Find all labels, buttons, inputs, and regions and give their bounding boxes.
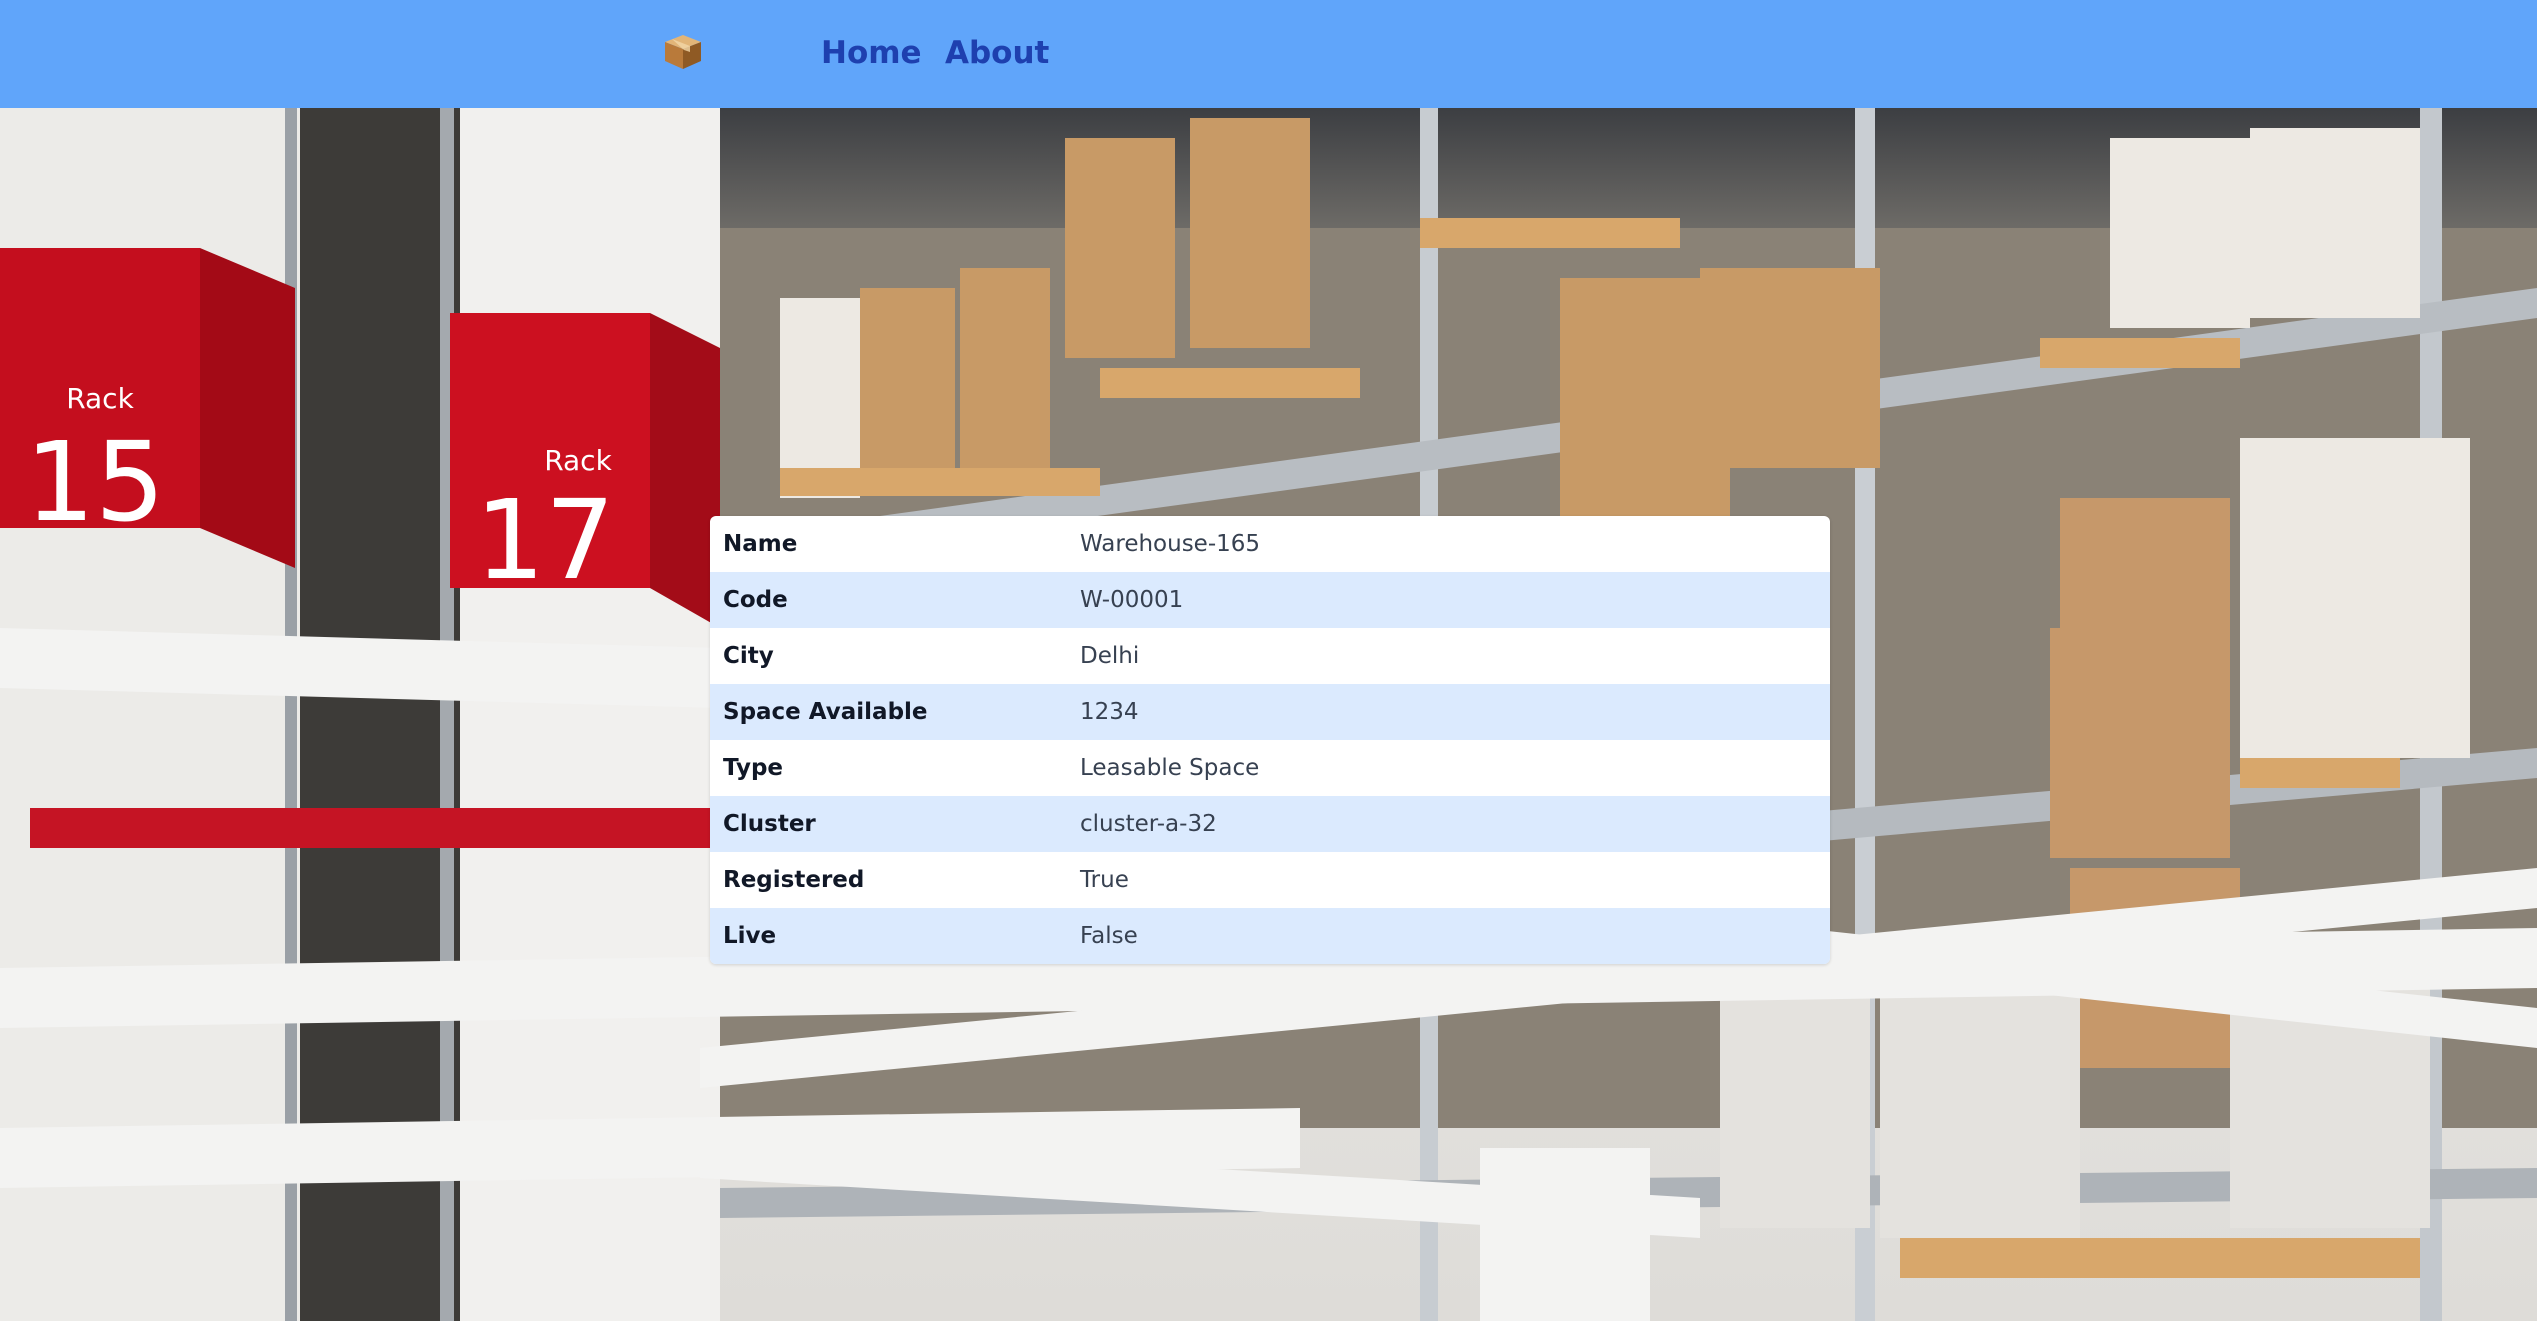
top-navbar: Home About [0, 0, 2537, 108]
details-key: Space Available [723, 699, 928, 725]
details-value: 1234 [1080, 699, 1139, 725]
warehouse-details-table: Name Warehouse-165 Code W-00001 City Del… [710, 516, 1830, 964]
svg-text:15: 15 [25, 418, 165, 546]
svg-text:Rack: Rack [66, 382, 134, 415]
rack-sign-17: Rack 17 [450, 313, 720, 628]
nav-link-home[interactable]: Home [821, 30, 922, 76]
details-row-space-available: Space Available 1234 [710, 684, 1830, 740]
details-value: True [1080, 867, 1129, 893]
details-key: Type [723, 755, 784, 781]
rack-sign-15: Rack 15 [0, 248, 295, 568]
details-value: Warehouse-165 [1080, 531, 1261, 557]
svg-text:17: 17 [475, 476, 615, 604]
details-key: Live [723, 923, 777, 949]
nav-link-about[interactable]: About [945, 30, 1049, 76]
details-value: False [1080, 923, 1138, 949]
details-key: City [723, 643, 774, 669]
package-box-icon[interactable] [662, 32, 704, 72]
details-row-city: City Delhi [710, 628, 1830, 684]
details-key: Code [723, 587, 788, 613]
details-value: cluster-a-32 [1080, 811, 1217, 837]
details-row-code: Code W-00001 [710, 572, 1830, 628]
details-key: Name [723, 531, 798, 557]
details-value: W-00001 [1080, 587, 1184, 613]
details-row-live: Live False [710, 908, 1830, 964]
details-row-registered: Registered True [710, 852, 1830, 908]
details-row-name: Name Warehouse-165 [710, 516, 1830, 572]
svg-text:Rack: Rack [544, 444, 612, 477]
details-key: Registered [723, 867, 865, 893]
details-key: Cluster [723, 811, 816, 837]
details-row-type: Type Leasable Space [710, 740, 1830, 796]
details-row-cluster: Cluster cluster-a-32 [710, 796, 1830, 852]
details-value: Leasable Space [1080, 755, 1260, 781]
details-value: Delhi [1080, 643, 1140, 669]
